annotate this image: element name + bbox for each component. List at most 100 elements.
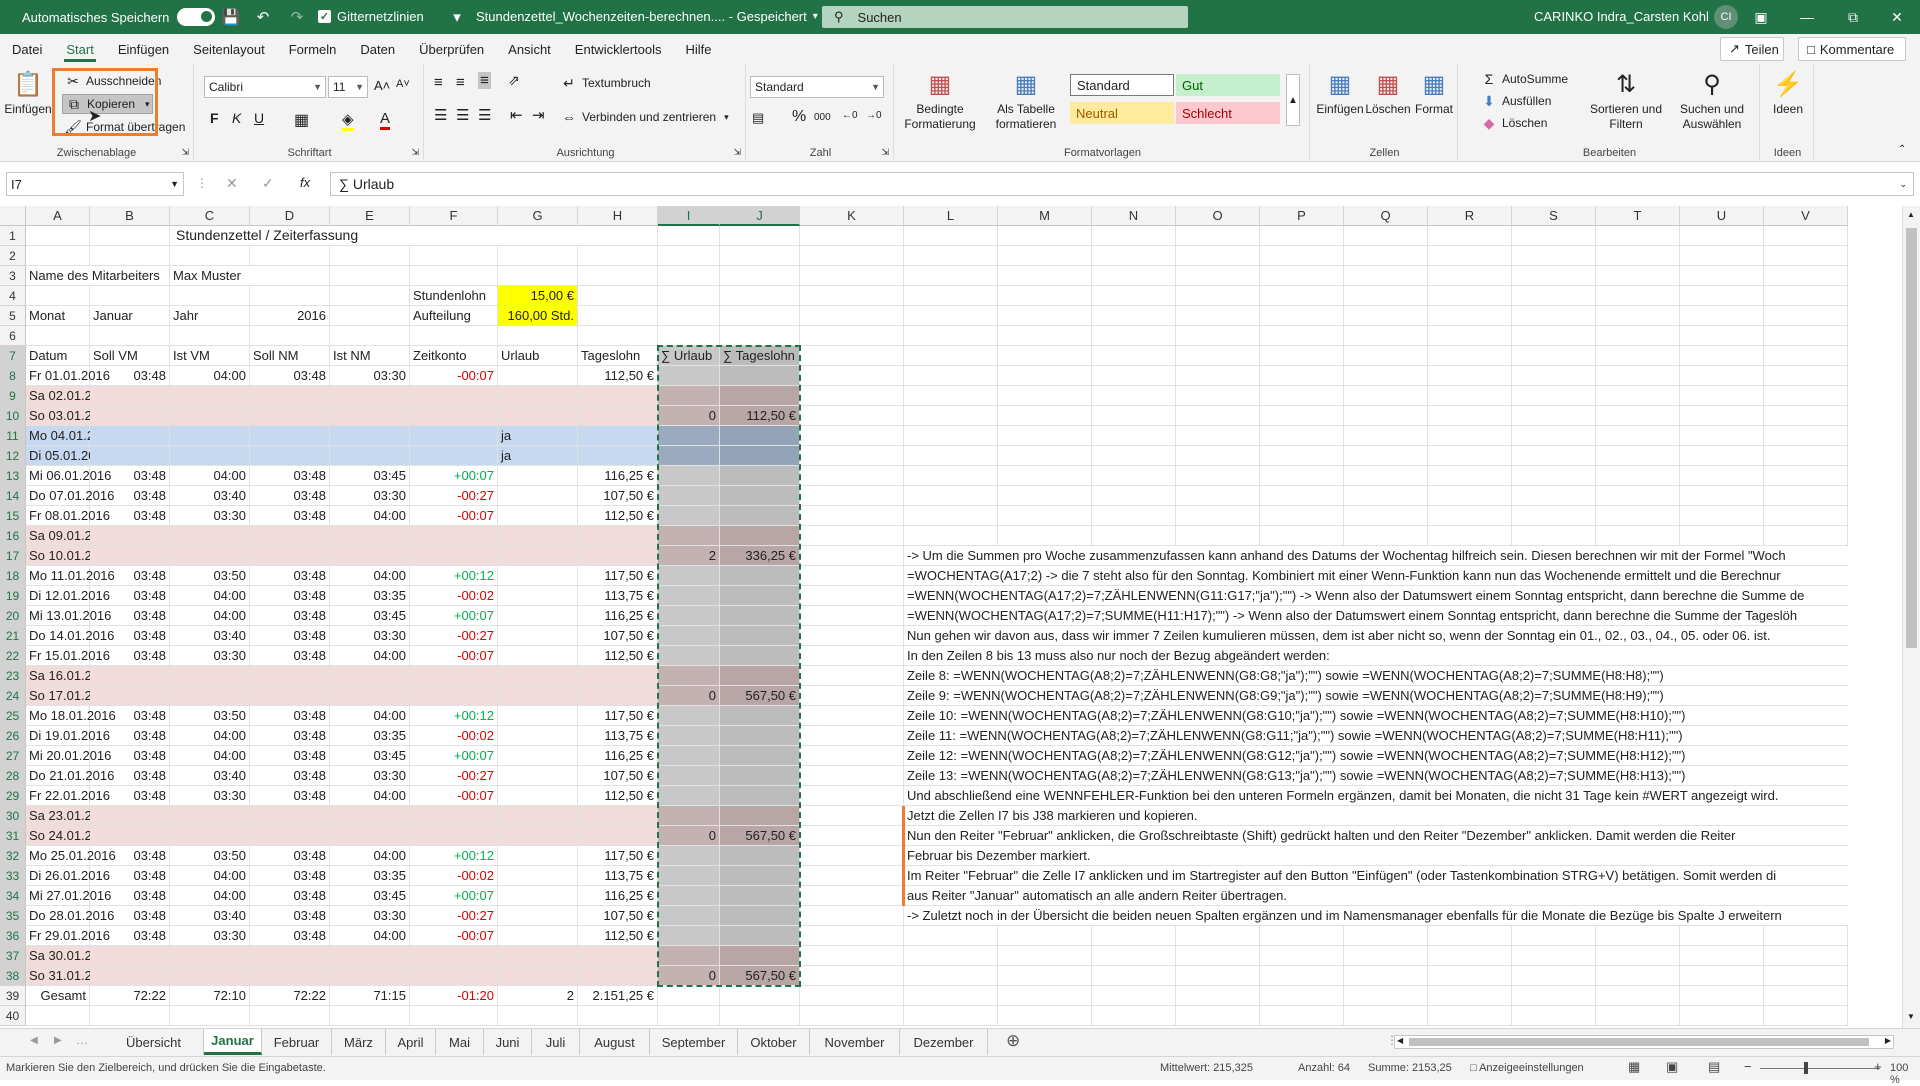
- cell[interactable]: [170, 946, 250, 966]
- cell[interactable]: 03:48: [90, 626, 170, 646]
- cell[interactable]: Urlaub: [498, 346, 578, 366]
- italic-icon[interactable]: K: [232, 110, 241, 126]
- cell[interactable]: [90, 246, 170, 266]
- cell[interactable]: [1680, 506, 1764, 526]
- cell[interactable]: 03:48: [90, 486, 170, 506]
- cell[interactable]: [658, 746, 720, 766]
- cell[interactable]: [720, 846, 800, 866]
- cell[interactable]: Mi 13.01.2016: [26, 606, 111, 626]
- cell[interactable]: ja: [498, 426, 578, 446]
- column-header[interactable]: U: [1680, 206, 1764, 226]
- cell[interactable]: [90, 446, 170, 466]
- cell[interactable]: =WENN(WOCHENTAG(A17;2)=7;SUMME(H11:H17);…: [904, 606, 1848, 626]
- cell[interactable]: Zeitkonto: [410, 346, 498, 366]
- cell[interactable]: 03:48: [90, 606, 170, 626]
- cell[interactable]: [1680, 326, 1764, 346]
- undo-icon[interactable]: ↶: [252, 6, 274, 28]
- zoom-out-icon[interactable]: −: [1744, 1059, 1752, 1074]
- cell[interactable]: [1680, 246, 1764, 266]
- conditional-formatting-button[interactable]: ▦ Bedingte Formatierung: [900, 68, 980, 132]
- cell[interactable]: [330, 686, 410, 706]
- cell[interactable]: 2.151,25 €: [578, 986, 658, 1006]
- cell[interactable]: [250, 686, 330, 706]
- cell[interactable]: [1428, 226, 1512, 246]
- cell[interactable]: [800, 326, 904, 346]
- save-icon[interactable]: 💾: [220, 6, 242, 28]
- row-header[interactable]: 31: [0, 826, 26, 846]
- cell[interactable]: [904, 266, 998, 286]
- cell[interactable]: [1596, 386, 1680, 406]
- cell[interactable]: [410, 806, 498, 826]
- cell[interactable]: 03:30: [330, 906, 410, 926]
- cell[interactable]: 04:00: [170, 466, 250, 486]
- cell[interactable]: 03:30: [170, 926, 250, 946]
- cell[interactable]: 03:30: [170, 786, 250, 806]
- cell[interactable]: 04:00: [170, 366, 250, 386]
- cell[interactable]: Im Reiter "Februar" die Zelle I7 anklick…: [904, 866, 1848, 886]
- row-header[interactable]: 15: [0, 506, 26, 526]
- cell[interactable]: [904, 446, 998, 466]
- cell[interactable]: 03:50: [170, 846, 250, 866]
- cell[interactable]: Sa 16.01.2016: [26, 666, 114, 686]
- cell[interactable]: [498, 266, 578, 286]
- cell[interactable]: [904, 406, 998, 426]
- search-box[interactable]: ⚲ Suchen: [822, 6, 1188, 28]
- cell[interactable]: [250, 246, 330, 266]
- cell[interactable]: [250, 806, 330, 826]
- cell[interactable]: [1680, 346, 1764, 366]
- cell[interactable]: [800, 666, 904, 686]
- cell[interactable]: [800, 586, 904, 606]
- cell[interactable]: [90, 326, 170, 346]
- cell[interactable]: [800, 306, 904, 326]
- cell[interactable]: [800, 346, 904, 366]
- cell[interactable]: [800, 986, 904, 1006]
- cell[interactable]: [658, 786, 720, 806]
- style-standard[interactable]: Standard: [1070, 74, 1174, 96]
- scroll-thumb[interactable]: [1906, 228, 1917, 648]
- more-icon[interactable]: …: [76, 1033, 88, 1047]
- cell[interactable]: [1512, 446, 1596, 466]
- cell[interactable]: [1596, 226, 1680, 246]
- cell[interactable]: [1764, 446, 1848, 466]
- fill-button[interactable]: ⬇ Ausfüllen: [1480, 92, 1551, 110]
- cell[interactable]: [1176, 966, 1260, 986]
- cell[interactable]: [1428, 286, 1512, 306]
- cell[interactable]: 03:48: [250, 726, 330, 746]
- cell[interactable]: [720, 666, 800, 686]
- cell[interactable]: Und abschließend eine WENNFEHLER-Funktio…: [904, 786, 1848, 806]
- cell[interactable]: [1764, 486, 1848, 506]
- cell[interactable]: 03:48: [90, 786, 170, 806]
- cell[interactable]: [498, 406, 578, 426]
- cell[interactable]: [1428, 466, 1512, 486]
- cell[interactable]: [658, 806, 720, 826]
- cell[interactable]: Ist VM: [170, 346, 250, 366]
- cell[interactable]: 03:48: [90, 866, 170, 886]
- sheet-tab[interactable]: Übersicht: [104, 1029, 204, 1055]
- cell[interactable]: [658, 246, 720, 266]
- cell[interactable]: [90, 946, 170, 966]
- cell[interactable]: [1512, 506, 1596, 526]
- cell[interactable]: [658, 866, 720, 886]
- cell[interactable]: 336,25 €: [720, 546, 800, 566]
- cell[interactable]: 03:48: [90, 846, 170, 866]
- cell[interactable]: 03:48: [250, 906, 330, 926]
- cell[interactable]: Mi 06.01.2016: [26, 466, 111, 486]
- row-header[interactable]: 5: [0, 306, 26, 326]
- cell[interactable]: Zeile 13: =WENN(WOCHENTAG(A8;2)=7;ZÄHLEN…: [904, 766, 1848, 786]
- delete-cells-button[interactable]: ▦ Löschen: [1365, 68, 1410, 117]
- cell[interactable]: [1764, 466, 1848, 486]
- cell[interactable]: [1428, 306, 1512, 326]
- cell[interactable]: 117,50 €: [578, 846, 658, 866]
- format-cells-button[interactable]: ▦ Format: [1412, 68, 1456, 117]
- cell[interactable]: [170, 526, 250, 546]
- cell[interactable]: [1176, 486, 1260, 506]
- cell[interactable]: 03:48: [90, 646, 170, 666]
- row-header[interactable]: 39: [0, 986, 26, 1006]
- align-top-icon[interactable]: ≡: [434, 74, 443, 91]
- cell[interactable]: -01:20: [410, 986, 498, 1006]
- cell[interactable]: [1596, 466, 1680, 486]
- cell[interactable]: [720, 426, 800, 446]
- cell[interactable]: 71:15: [330, 986, 410, 1006]
- cell[interactable]: [1260, 966, 1344, 986]
- tab-prev-icon[interactable]: ◀: [30, 1035, 38, 1046]
